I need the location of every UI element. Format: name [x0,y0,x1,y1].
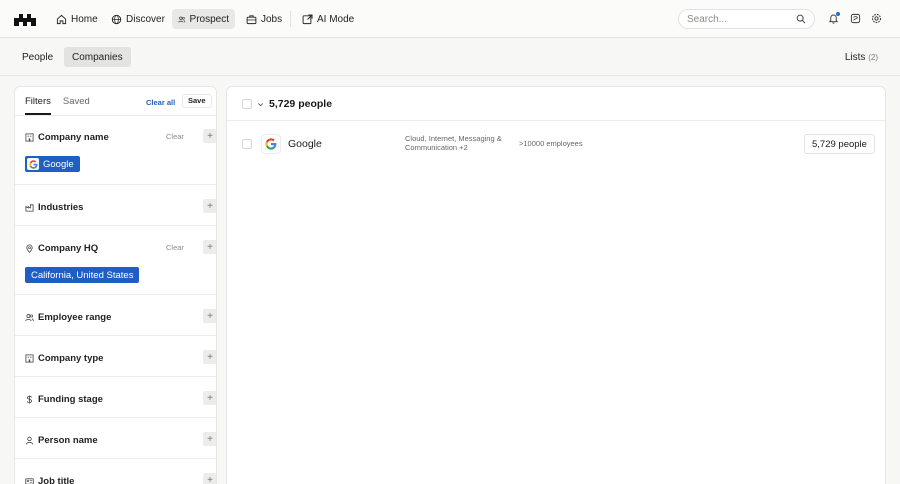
divider [15,458,216,459]
search-box[interactable] [678,9,815,29]
divider [15,184,216,185]
add-filter-button[interactable]: + [203,473,216,484]
factory-icon [25,203,34,212]
divider [15,335,216,336]
divider [15,417,216,418]
results-header: 5,729 people [227,87,885,121]
chevron-down-icon[interactable] [257,101,264,108]
clear-button[interactable]: Clear [166,243,184,252]
nav-jobs[interactable]: Jobs [240,9,288,29]
filter-header[interactable]: Job title [25,473,208,484]
divider [15,225,216,226]
divider [15,294,216,295]
add-filter-button[interactable]: + [203,350,216,364]
filter-header[interactable]: Funding stage [25,391,208,407]
add-filter-button[interactable]: + [203,432,216,446]
table-row[interactable]: Google Cloud, Internet, Messaging & Comm… [227,129,885,159]
add-filter-button[interactable]: + [203,309,216,323]
filter-industries: Industries + [25,199,216,215]
company-name[interactable]: Google [288,138,322,150]
notification-dot [836,12,840,16]
results-panel: 5,729 people Google Cloud, Internet, Mes… [226,86,886,484]
company-industries: Cloud, Internet, Messaging & Communicati… [405,134,502,152]
home-icon [56,14,67,24]
lists-label: Lists [844,52,866,63]
tab-people[interactable]: People [14,47,61,67]
divider [15,376,216,377]
nav-prospect[interactable]: Prospect [172,9,235,29]
select-all-checkbox[interactable] [242,99,252,109]
tab-companies[interactable]: Companies [64,47,131,67]
id-card-icon [25,477,34,484]
ai-icon [302,13,313,24]
clear-all-button[interactable]: Clear all [146,98,175,107]
filter-job-title: Job title + [25,473,216,484]
search-icon[interactable] [796,14,806,24]
add-filter-button[interactable]: + [203,199,216,213]
message-icon[interactable] [850,13,861,24]
location-pin-icon [26,243,33,253]
clear-button[interactable]: Clear [166,132,184,141]
dollar-icon [26,394,32,404]
filter-header[interactable]: Industries [25,199,208,215]
row-checkbox[interactable] [242,139,252,149]
save-button[interactable]: Save [182,94,212,108]
nav-home[interactable]: Home [50,9,104,29]
divider [15,115,216,116]
selected-chip-company[interactable]: Google [25,156,80,172]
briefcase-icon [246,14,257,24]
filter-employee-range: Employee range + [25,309,216,325]
filter-company-hq: Company HQ Clear + California, United St… [25,240,216,283]
person-icon [25,436,34,444]
building-icon [25,132,34,142]
gear-icon[interactable] [871,13,882,24]
users-icon [178,16,186,22]
add-filter-button[interactable]: + [203,129,216,143]
company-size: >10000 employees [519,139,583,148]
filter-funding-stage: Funding stage + [25,391,216,407]
filter-company-name: Company name Clear + Google [25,129,216,172]
filter-tabs: Filters Saved [25,95,102,115]
filters-panel: Filters Saved Clear all Save Company nam… [14,86,217,484]
selected-chip-location[interactable]: California, United States [25,267,140,283]
users-icon [25,313,34,321]
filter-header[interactable]: Employee range [25,309,208,325]
lists-button[interactable]: Lists (2) [845,52,878,63]
filter-header[interactable]: Company type [25,350,208,366]
company-logo [261,134,281,154]
nav-discover[interactable]: Discover [105,9,171,29]
globe-icon [111,14,122,24]
filter-person-name: Person name + [25,432,216,448]
google-logo-icon [27,158,39,170]
nav-ai-mode[interactable]: AI Mode [296,9,360,29]
filter-header[interactable]: Person name [25,432,208,448]
view-people-button[interactable]: 5,729 people [804,134,875,154]
add-filter-button[interactable]: + [203,240,216,254]
building-icon [25,353,34,363]
results-count: 5,729 people [269,98,333,110]
lists-count: (2) [868,53,878,62]
add-filter-button[interactable]: + [203,391,216,405]
nav-divider [290,11,291,27]
filter-company-type: Company type + [25,350,216,366]
tab-filters[interactable]: Filters [25,95,51,115]
app-logo[interactable] [14,12,36,26]
google-logo-icon [265,138,277,150]
tab-saved[interactable]: Saved [63,95,90,115]
top-navigation: Home Discover Prospect Jobs AI Mode [0,0,900,38]
search-input[interactable] [687,13,796,25]
sub-navigation: People Companies Lists (2) [0,38,900,76]
